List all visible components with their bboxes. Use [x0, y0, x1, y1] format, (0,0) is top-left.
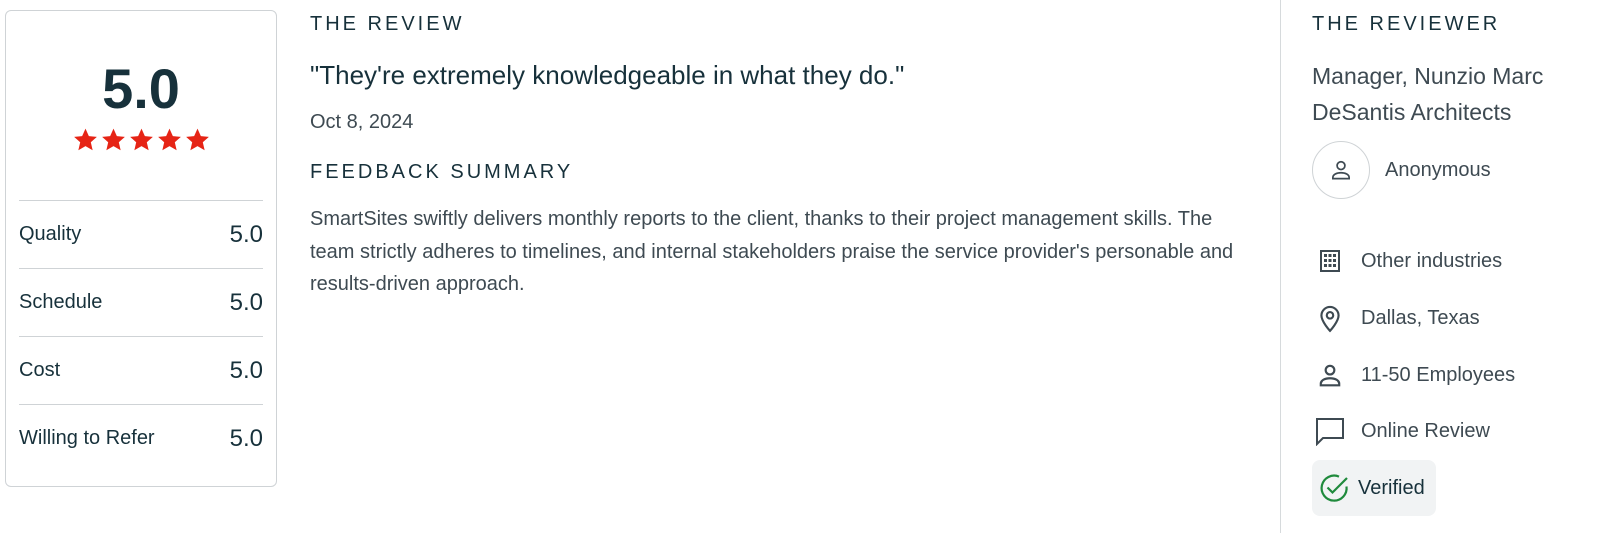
- feedback-summary-text: SmartSites swiftly delivers monthly repo…: [310, 208, 1234, 295]
- score-value: 5.0: [229, 220, 263, 248]
- column-divider: [1280, 0, 1281, 533]
- review-heading: THE REVIEW: [310, 13, 465, 35]
- score-value: 5.0: [229, 288, 263, 316]
- star-icon: [185, 128, 209, 151]
- verified-label: Verified: [1358, 476, 1425, 499]
- detail-company-size: 11-50 Employees: [1312, 357, 1515, 393]
- star-icon: [157, 128, 181, 151]
- avatar: [1312, 141, 1370, 199]
- feedback-summary-heading: FEEDBACK SUMMARY: [310, 161, 574, 183]
- score-label: Quality: [19, 223, 82, 245]
- score-value: 5.0: [229, 424, 263, 452]
- reviewer-identity: Anonymous: [1312, 141, 1491, 199]
- score-breakdown: Quality 5.0 Schedule 5.0 Cost 5.0 Willin…: [19, 200, 263, 472]
- building-icon: [1312, 243, 1348, 279]
- reviewer-title: Manager, Nunzio Marc DeSantis Architects: [1312, 63, 1544, 125]
- score-row-willing-to-refer: Willing to Refer 5.0: [19, 404, 263, 472]
- score-label: Willing to Refer: [19, 427, 155, 449]
- score-card: 5.0 Quality 5.0 Schedule 5.0 Cost 5.0 Wi…: [5, 10, 277, 487]
- score-value: 5.0: [229, 356, 263, 384]
- person-icon: [1312, 357, 1348, 393]
- score-row-quality: Quality 5.0: [19, 200, 263, 268]
- star-rating: [6, 127, 276, 153]
- user-icon: [1332, 160, 1350, 180]
- verified-badge: Verified: [1312, 460, 1436, 516]
- detail-text: Other industries: [1361, 249, 1503, 272]
- score-row-schedule: Schedule 5.0: [19, 268, 263, 336]
- check-circle-icon: [1320, 474, 1348, 502]
- chat-bubble-icon: [1312, 413, 1348, 449]
- reviewer-name: Anonymous: [1385, 158, 1491, 181]
- star-icon: [101, 128, 125, 151]
- detail-industry: Other industries: [1312, 243, 1502, 279]
- review-quote: "They're extremely knowledgeable in what…: [310, 60, 905, 90]
- score-row-cost: Cost 5.0: [19, 336, 263, 404]
- detail-text: Dallas, Texas: [1361, 306, 1480, 329]
- detail-text: 11-50 Employees: [1361, 363, 1516, 386]
- detail-location: Dallas, Texas: [1312, 300, 1480, 336]
- score-label: Schedule: [19, 291, 103, 313]
- overall-rating: 5.0: [102, 57, 180, 120]
- detail-text: Online Review: [1361, 419, 1490, 442]
- score-label: Cost: [19, 359, 61, 381]
- review-date: Oct 8, 2024: [310, 111, 414, 133]
- detail-review-source: Online Review: [1312, 413, 1490, 449]
- star-icon: [73, 128, 97, 151]
- location-pin-icon: [1312, 300, 1348, 336]
- star-icon: [129, 128, 153, 151]
- review-card: 5.0 Quality 5.0 Schedule 5.0 Cost 5.0 Wi…: [0, 0, 1600, 533]
- reviewer-heading: THE REVIEWER: [1312, 13, 1501, 35]
